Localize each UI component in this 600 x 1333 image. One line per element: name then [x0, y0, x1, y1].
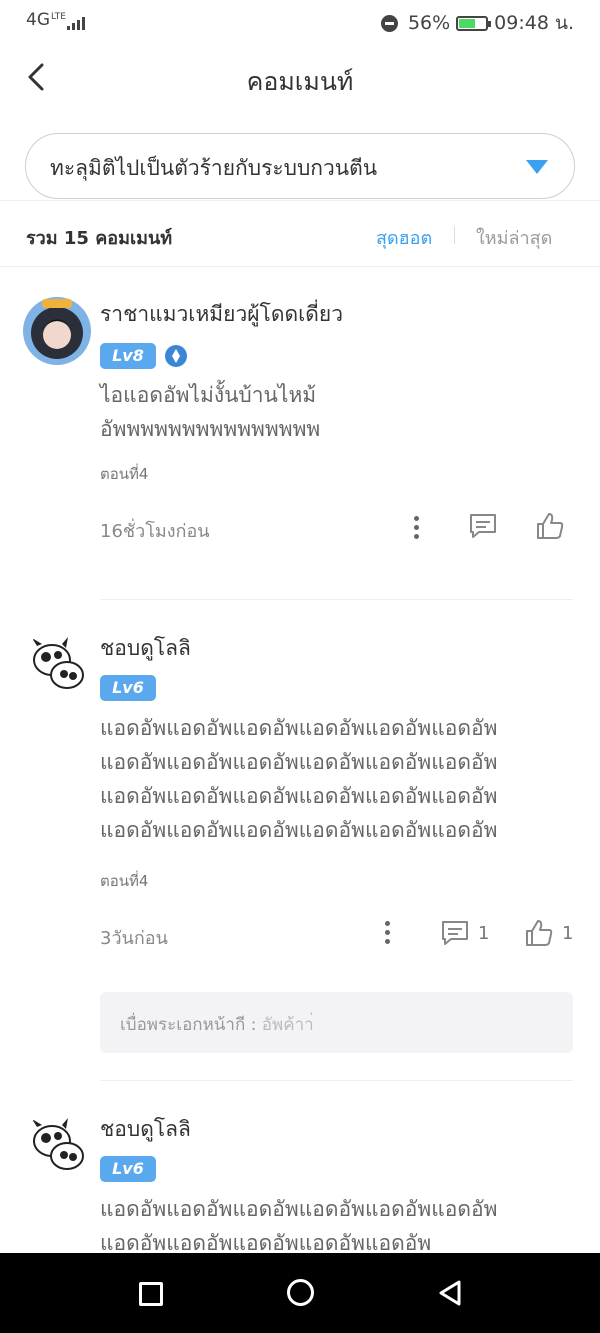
comment-summary: รวม 15 คอมเมนท์ สุดฮอต ใหม่ล่าสุด [0, 201, 600, 267]
network-indicator: 4G LTE [26, 10, 85, 30]
reply-count: 1 [478, 923, 490, 944]
sort-new-tab[interactable]: ใหม่ล่าสุด [476, 223, 552, 252]
comment-time: 16ชั่วโมงก่อน [100, 521, 210, 542]
like-icon[interactable] [535, 511, 565, 541]
comment-item: ราชาแมวเหมียวผู้โดดเดี่ยว Lv8 ไอแอดอัพไม… [0, 266, 600, 601]
episode-label: ตอนที่4 [100, 465, 149, 483]
level-badge: Lv8 [100, 343, 156, 369]
dropdown-triangle-icon [526, 160, 548, 174]
reply-icon[interactable] [440, 918, 470, 948]
status-right: 56% 09:48 น. [380, 8, 574, 38]
comment-text: แอดอัพแอดอัพแอดอัพแอดอัพแอดอัพแอดอัพ แอด… [100, 716, 498, 842]
comment-item: ชอบดูโลลิ Lv6 แอดอัพแอดอัพแอดอัพแอดอัพแอ… [0, 600, 600, 1082]
do-not-disturb-icon [380, 14, 398, 32]
reply-content: อัพค้าา่ [261, 1015, 314, 1035]
reply-author: เบื่อพระเอกหน้ากี : [120, 1015, 257, 1035]
sort-divider [454, 226, 455, 244]
home-icon[interactable] [287, 1279, 314, 1306]
network-label: 4G [26, 10, 50, 30]
header: คอมเมนท์ [0, 50, 600, 106]
novel-selector[interactable]: ทะลุมิติไปเป็นตัวร้ายกับระบบกวนตีน [25, 133, 575, 199]
more-options-icon[interactable] [385, 921, 391, 947]
selector-value: ทะลุมิติไปเป็นตัวร้ายกับระบบกวนตีน [50, 156, 378, 180]
comment-count: รวม 15 คอมเมนท์ [26, 228, 173, 249]
comment-item: ชอบดูโลลิ Lv6 แอดอัพแอดอัพแอดอัพแอดอัพแอ… [0, 1081, 600, 1253]
comment-author[interactable]: ชอบดูโลลิ [100, 1113, 191, 1146]
more-options-icon[interactable] [414, 516, 420, 542]
battery-icon [456, 15, 492, 31]
battery-percent: 56% [407, 12, 451, 34]
lte-label: LTE [51, 12, 66, 22]
sort-hot-tab[interactable]: สุดฮอต [376, 223, 432, 252]
reply-preview-text: เบื่อพระเอกหน้ากี : อัพค้าา่ [120, 1011, 314, 1038]
comment-text: ไอแอดอัพไม่งั้นบ้านไหม้ อัพพพพพพพพพพพพพพ… [100, 383, 321, 441]
avatar[interactable] [22, 296, 92, 366]
level-badge: Lv6 [100, 675, 156, 701]
status-bar: 4G LTE 56% 09:48 น. [0, 0, 600, 42]
comment-time: 3วันก่อน [100, 928, 168, 949]
avatar[interactable] [22, 630, 92, 700]
reply-preview[interactable]: เบื่อพระเอกหน้ากี : อัพค้าา่ [100, 992, 573, 1053]
signal-icon [66, 16, 85, 30]
like-icon[interactable] [524, 918, 554, 948]
recent-apps-icon[interactable] [139, 1282, 163, 1306]
system-nav-bar [0, 1253, 600, 1333]
reply-icon[interactable] [468, 511, 498, 541]
diamond-icon [165, 345, 187, 367]
like-count: 1 [562, 923, 574, 944]
level-badge: Lv6 [100, 1156, 156, 1182]
clock: 09:48 น. [494, 12, 574, 34]
comment-author[interactable]: ชอบดูโลลิ [100, 632, 191, 665]
comment-text: แอดอัพแอดอัพแอดอัพแอดอัพแอดอัพแอดอัพ แอด… [100, 1197, 498, 1253]
episode-label: ตอนที่4 [100, 872, 149, 890]
comment-author[interactable]: ราชาแมวเหมียวผู้โดดเดี่ยว [100, 298, 343, 331]
page-title: คอมเมนท์ [246, 67, 354, 96]
avatar[interactable] [22, 1111, 92, 1181]
back-nav-icon[interactable] [438, 1280, 462, 1306]
